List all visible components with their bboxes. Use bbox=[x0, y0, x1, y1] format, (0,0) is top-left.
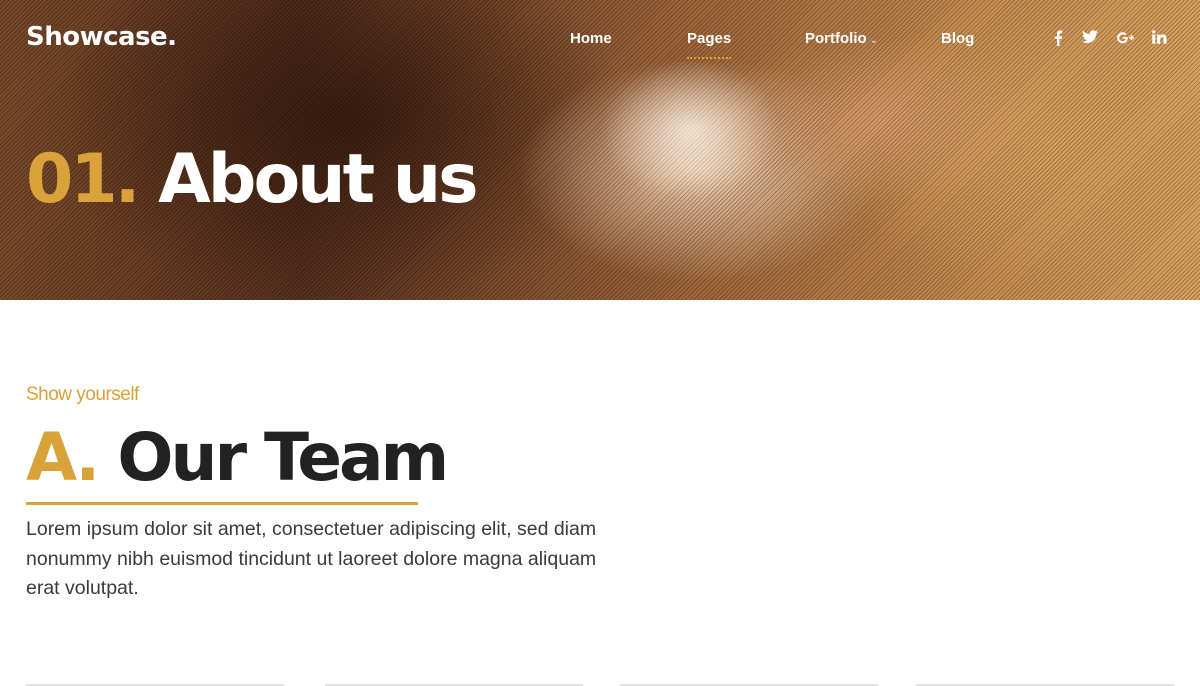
linkedin-icon[interactable] bbox=[1152, 30, 1167, 48]
facebook-icon[interactable] bbox=[1053, 30, 1063, 50]
nav-label: Blog bbox=[941, 30, 975, 47]
hero-title-number: 01. bbox=[26, 140, 140, 219]
section-title-letter: A. bbox=[26, 419, 100, 496]
nav-item-portfolio[interactable]: Portfolio ⌄ bbox=[805, 30, 878, 47]
chevron-down-icon: ⌄ bbox=[869, 35, 879, 46]
nav-label: Pages bbox=[687, 30, 732, 47]
hero-title: 01. About us bbox=[26, 140, 479, 220]
nav-item-pages[interactable]: Pages bbox=[687, 30, 732, 59]
nav-label: Home bbox=[570, 30, 612, 47]
google-plus-icon[interactable] bbox=[1117, 30, 1134, 50]
section-body: Lorem ipsum dolor sit amet, consectetuer… bbox=[26, 518, 597, 599]
hero-title-text: About us bbox=[158, 140, 478, 219]
hero-image-highlight bbox=[600, 60, 780, 200]
nav-item-home[interactable]: Home bbox=[570, 30, 612, 47]
twitter-icon[interactable] bbox=[1082, 30, 1098, 48]
title-underline bbox=[26, 502, 418, 505]
section-eyebrow: Show yourself bbox=[26, 384, 139, 405]
nav-item-blog[interactable]: Blog bbox=[941, 30, 974, 47]
logo[interactable]: Showcase. bbox=[26, 22, 177, 52]
section-title: A. Our Team bbox=[26, 418, 449, 498]
nav-label: Portfolio bbox=[805, 30, 867, 47]
about-section: Show yourself A. Our Team Lorem ipsum do… bbox=[0, 300, 1200, 686]
section-title-text: Our Team bbox=[117, 419, 449, 496]
active-indicator bbox=[687, 55, 732, 59]
